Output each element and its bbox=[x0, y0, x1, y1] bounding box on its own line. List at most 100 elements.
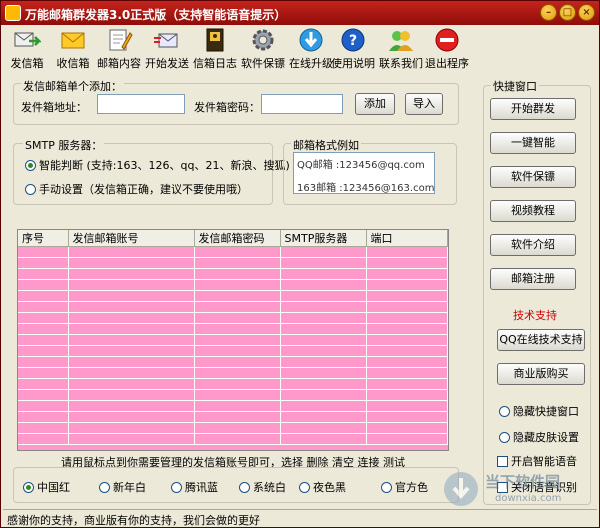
table-cell[interactable] bbox=[68, 356, 195, 368]
send-mailbox-button[interactable]: 发信箱 bbox=[3, 27, 51, 71]
table-cell[interactable] bbox=[194, 389, 281, 401]
table-cell[interactable] bbox=[68, 290, 195, 302]
table-cell[interactable] bbox=[18, 257, 69, 269]
table-cell[interactable] bbox=[280, 323, 367, 335]
table-cell[interactable] bbox=[280, 301, 367, 313]
column-header[interactable]: 端口 bbox=[366, 230, 448, 247]
smtp-auto-radio[interactable]: 智能判断 (支持:163、126、qq、21、新浪、搜狐) bbox=[25, 157, 290, 173]
table-cell[interactable] bbox=[366, 301, 448, 313]
software-guard-quick-button[interactable]: 软件保镖 bbox=[490, 166, 576, 188]
table-cell[interactable] bbox=[18, 389, 69, 401]
table-cell[interactable] bbox=[18, 411, 69, 423]
table-cell[interactable] bbox=[68, 268, 195, 280]
table-row[interactable] bbox=[18, 312, 448, 324]
table-cell[interactable] bbox=[366, 400, 448, 412]
table-cell[interactable] bbox=[68, 301, 195, 313]
table-row[interactable] bbox=[18, 345, 448, 357]
table-cell[interactable] bbox=[194, 279, 281, 291]
hide-skin-settings-radio[interactable]: 隐藏皮肤设置 bbox=[499, 429, 579, 445]
table-cell[interactable] bbox=[194, 312, 281, 324]
import-button[interactable]: 导入 bbox=[405, 93, 443, 115]
table-row[interactable] bbox=[18, 301, 448, 313]
table-row[interactable] bbox=[18, 290, 448, 302]
qq-support-button[interactable]: QQ在线技术支持 bbox=[497, 329, 585, 351]
table-cell[interactable] bbox=[366, 345, 448, 357]
maximize-button[interactable]: □ bbox=[559, 4, 576, 21]
online-upgrade-button[interactable]: 在线升级 bbox=[287, 27, 335, 71]
table-cell[interactable] bbox=[194, 323, 281, 335]
table-row[interactable] bbox=[18, 400, 448, 412]
table-cell[interactable] bbox=[18, 367, 69, 379]
table-cell[interactable] bbox=[194, 290, 281, 302]
table-cell[interactable] bbox=[194, 257, 281, 269]
start-bulk-send-button[interactable]: 开始群发 bbox=[490, 98, 576, 120]
close-button[interactable]: × bbox=[578, 4, 595, 21]
table-cell[interactable] bbox=[366, 334, 448, 346]
table-cell[interactable] bbox=[280, 257, 367, 269]
table-cell[interactable] bbox=[68, 422, 195, 434]
table-cell[interactable] bbox=[366, 312, 448, 324]
table-cell[interactable] bbox=[68, 323, 195, 335]
one-click-smart-button[interactable]: 一键智能 bbox=[490, 132, 576, 154]
table-cell[interactable] bbox=[280, 290, 367, 302]
table-cell[interactable] bbox=[18, 290, 69, 302]
table-cell[interactable] bbox=[18, 246, 69, 258]
table-row[interactable] bbox=[18, 323, 448, 335]
theme-option-blue[interactable]: 腾讯蓝 bbox=[171, 479, 218, 495]
table-cell[interactable] bbox=[68, 279, 195, 291]
table-cell[interactable] bbox=[280, 378, 367, 390]
table-row[interactable] bbox=[18, 367, 448, 379]
table-cell[interactable] bbox=[366, 290, 448, 302]
software-intro-button[interactable]: 软件介绍 bbox=[490, 234, 576, 256]
table-cell[interactable] bbox=[194, 378, 281, 390]
mailbox-register-button[interactable]: 邮箱注册 bbox=[490, 268, 576, 290]
mailbox-table[interactable]: 序号 发信邮箱账号 发信邮箱密码 SMTP服务器 端口 bbox=[17, 229, 449, 451]
table-row[interactable] bbox=[18, 422, 448, 434]
table-cell[interactable] bbox=[194, 345, 281, 357]
table-cell[interactable] bbox=[18, 378, 69, 390]
table-cell[interactable] bbox=[18, 268, 69, 280]
add-button[interactable]: 添加 bbox=[355, 93, 395, 115]
table-cell[interactable] bbox=[366, 422, 448, 434]
table-cell[interactable] bbox=[366, 323, 448, 335]
table-cell[interactable] bbox=[280, 356, 367, 368]
theme-option-system-white[interactable]: 系统白 bbox=[239, 479, 286, 495]
table-cell[interactable] bbox=[194, 422, 281, 434]
table-cell[interactable] bbox=[68, 246, 195, 258]
table-cell[interactable] bbox=[194, 400, 281, 412]
table-row[interactable] bbox=[18, 268, 448, 280]
table-cell[interactable] bbox=[366, 356, 448, 368]
table-row[interactable] bbox=[18, 389, 448, 401]
table-row[interactable] bbox=[18, 411, 448, 423]
table-cell[interactable] bbox=[194, 301, 281, 313]
table-cell[interactable] bbox=[366, 246, 448, 258]
theme-option-red[interactable]: 中国红 bbox=[23, 479, 70, 495]
hide-quick-window-radio[interactable]: 隐藏快捷窗口 bbox=[499, 403, 579, 419]
table-cell[interactable] bbox=[68, 433, 195, 445]
contact-us-button[interactable]: 联系我们 bbox=[377, 27, 425, 71]
table-cell[interactable] bbox=[366, 389, 448, 401]
table-row[interactable] bbox=[18, 334, 448, 346]
table-cell[interactable] bbox=[194, 356, 281, 368]
table-cell[interactable] bbox=[68, 334, 195, 346]
table-cell[interactable] bbox=[194, 246, 281, 258]
start-send-button[interactable]: 开始发送 bbox=[143, 27, 191, 71]
minimize-button[interactable]: – bbox=[540, 4, 557, 21]
table-cell[interactable] bbox=[68, 345, 195, 357]
table-cell[interactable] bbox=[280, 433, 367, 445]
table-cell[interactable] bbox=[18, 433, 69, 445]
table-cell[interactable] bbox=[194, 334, 281, 346]
smtp-manual-radio[interactable]: 手动设置（发信箱正确，建议不要使用哦） bbox=[25, 181, 248, 197]
table-cell[interactable] bbox=[68, 400, 195, 412]
table-cell[interactable] bbox=[280, 279, 367, 291]
table-row[interactable] bbox=[18, 378, 448, 390]
table-cell[interactable] bbox=[280, 422, 367, 434]
table-cell[interactable] bbox=[18, 345, 69, 357]
table-row[interactable] bbox=[18, 246, 448, 258]
table-cell[interactable] bbox=[18, 323, 69, 335]
table-cell[interactable] bbox=[18, 356, 69, 368]
instructions-button[interactable]: ? 使用说明 bbox=[329, 27, 377, 71]
table-cell[interactable] bbox=[366, 378, 448, 390]
table-cell[interactable] bbox=[18, 312, 69, 324]
table-cell[interactable] bbox=[366, 411, 448, 423]
